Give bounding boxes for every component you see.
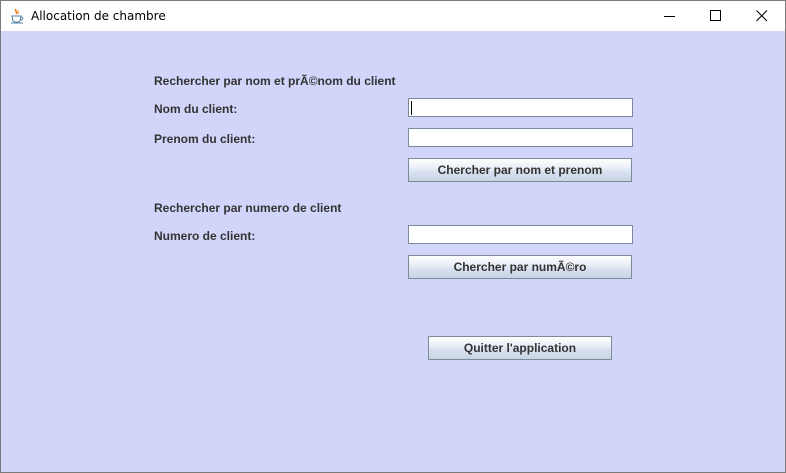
search-by-number-button[interactable]: Chercher par numÃ©ro	[408, 255, 632, 279]
app-window: Allocation de chambre Rechercher par nom…	[0, 0, 786, 473]
maximize-button[interactable]	[693, 1, 739, 31]
title-bar[interactable]: Allocation de chambre	[1, 1, 785, 31]
lastname-label: Nom du client:	[154, 102, 238, 116]
client-number-field[interactable]	[408, 225, 633, 244]
quit-button[interactable]: Quitter l'application	[428, 336, 612, 360]
main-panel: Rechercher par nom et prÃ©nom du client …	[1, 31, 785, 472]
window-title: Allocation de chambre	[31, 9, 166, 23]
search-by-name-button[interactable]: Chercher par nom et prenom	[408, 158, 632, 182]
close-button[interactable]	[739, 1, 785, 31]
minimize-button[interactable]	[647, 1, 693, 31]
lastname-field[interactable]	[408, 98, 633, 117]
search-by-name-heading: Rechercher par nom et prÃ©nom du client	[154, 74, 396, 88]
firstname-field[interactable]	[408, 128, 633, 147]
text-caret	[411, 101, 412, 115]
search-by-number-heading: Rechercher par numero de client	[154, 201, 342, 215]
client-number-label: Numero de client:	[154, 229, 256, 243]
firstname-label: Prenom du client:	[154, 132, 256, 146]
java-cup-icon	[9, 8, 25, 24]
